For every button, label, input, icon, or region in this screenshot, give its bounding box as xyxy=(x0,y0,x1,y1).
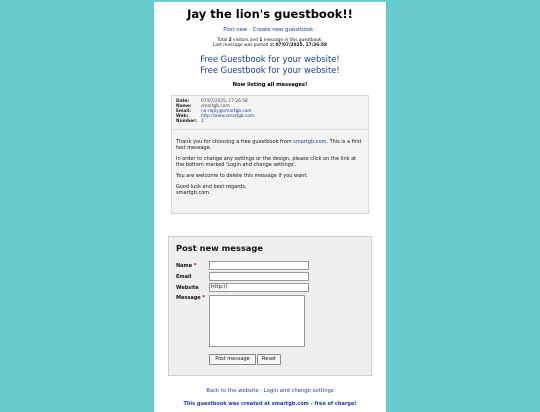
top-links: Post new · Create new guestbook · xyxy=(154,27,386,33)
back-to-website-link[interactable]: Back to the website xyxy=(206,388,258,394)
message-paragraph-4: Good luck and best regards, smartgb.com. xyxy=(176,184,247,196)
bottom-links: Back to the website · Login and change s… xyxy=(154,388,386,394)
meta-row-number: Number: 1 xyxy=(176,119,204,124)
entry-divider xyxy=(172,129,368,130)
post-message-button[interactable]: Post message xyxy=(209,354,256,365)
email-input[interactable] xyxy=(209,272,309,281)
message-body: Thank you for choosing a free guestbook … xyxy=(176,139,364,201)
message-paragraph-1: Thank you for choosing a free guestbook … xyxy=(176,139,362,151)
reset-button[interactable]: Reset xyxy=(257,354,281,365)
message-number: 1 xyxy=(201,119,204,124)
email-label: Email xyxy=(176,274,192,280)
free-guestbook-link-1[interactable]: Free Guestbook for your website! xyxy=(154,54,386,64)
create-new-guestbook-link[interactable]: Create new guestbook xyxy=(253,27,314,33)
link-separator: · xyxy=(315,27,317,33)
post-new-link[interactable]: Post new xyxy=(223,27,247,33)
message-label: Message * xyxy=(176,295,206,301)
message-paragraph-3: You are welcome to delete this message i… xyxy=(176,173,308,179)
message-entry: Date: 07/07/2025, 17:26:58 Name: smartgb.c… xyxy=(171,95,369,214)
footer-credit: This guestbook was created at smartgb.co… xyxy=(183,401,357,407)
website-label: Website xyxy=(176,285,199,291)
smartgb-link[interactable]: smartgb.com xyxy=(293,139,326,145)
login-settings-link[interactable]: Login and change settings xyxy=(264,388,334,394)
website-input[interactable]: http:// xyxy=(209,283,309,292)
last-posted-time: 07/07/2025, 17:26:58 xyxy=(275,43,327,48)
post-message-form: Post new message Name * Email Website ht… xyxy=(168,236,372,376)
message-meta: Date: 07/07/2025, 17:26:58 Name: smartgb.c… xyxy=(176,99,364,124)
listing-heading: Now listing all messages! xyxy=(232,82,308,88)
name-label: Name * xyxy=(176,263,197,269)
required-mark: * xyxy=(202,295,206,301)
message-textarea[interactable] xyxy=(209,295,305,347)
page-title: Jay the lion's guestbook!! xyxy=(187,7,353,21)
stats-line-2: Last message was posted at 07/07/2025, 1… xyxy=(212,43,327,48)
message-paragraph-2: In order to change any settings or the d… xyxy=(176,156,357,168)
name-input[interactable] xyxy=(209,261,309,270)
guestbook-page: Jay the lion's guestbook!! Post new · Cr… xyxy=(154,2,386,412)
free-guestbook-link-2[interactable]: Free Guestbook for your website! xyxy=(154,65,386,75)
guestbook-stats: Total 2 visitors and 1 message in this g… xyxy=(154,38,386,48)
message-web-link[interactable]: http://www.smartgb.com xyxy=(201,114,254,119)
form-heading: Post new message xyxy=(176,243,263,253)
required-mark: * xyxy=(193,263,197,269)
